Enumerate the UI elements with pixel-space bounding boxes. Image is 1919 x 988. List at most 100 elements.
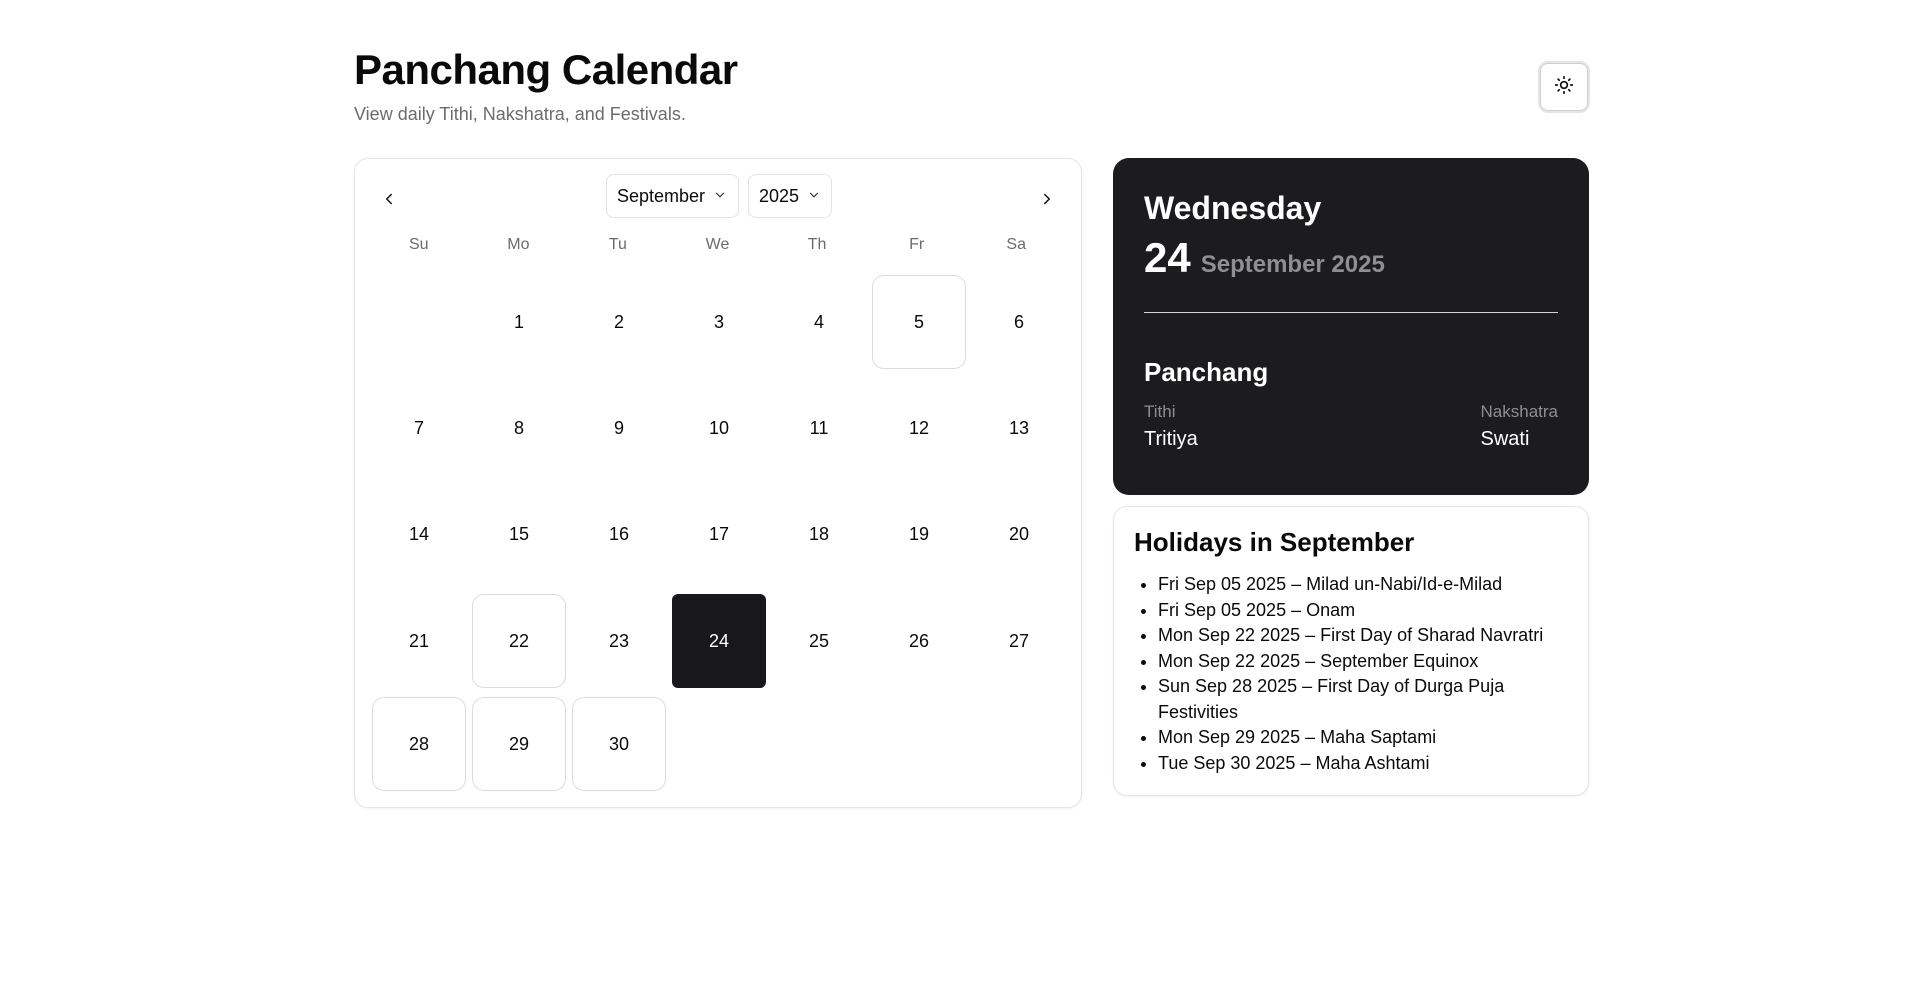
day-cell[interactable]: 10 <box>669 375 769 481</box>
day-number: 21 <box>408 630 430 651</box>
divider <box>1144 312 1558 313</box>
weekday-label: Fr <box>909 236 925 253</box>
chevron-right-icon <box>1038 190 1056 213</box>
day-number: 10 <box>708 417 730 438</box>
page-subtitle: View daily Tithi, Nakshatra, and Festiva… <box>354 104 686 124</box>
holiday-item: Mon Sep 22 2025 – First Day of Sharad Na… <box>1158 623 1568 649</box>
day-cell[interactable]: 3 <box>669 269 769 375</box>
day-cell[interactable]: 9 <box>569 375 669 481</box>
day-cell[interactable]: 23 <box>569 587 669 695</box>
day-number: 14 <box>408 523 430 544</box>
weekday-label: Tu <box>608 236 627 253</box>
month-select-value: September <box>617 185 706 206</box>
day-cell[interactable]: 20 <box>969 481 1069 587</box>
day-cell[interactable]: 21 <box>369 587 469 695</box>
day-cell[interactable]: 7 <box>369 375 469 481</box>
day-number: 12 <box>908 417 930 438</box>
chevron-left-icon <box>380 190 398 213</box>
day-number <box>672 697 766 791</box>
day-number: 19 <box>908 523 930 544</box>
holiday-item: Tue Sep 30 2025 – Maha Ashtami <box>1158 751 1568 777</box>
page-title: Panchang Calendar <box>354 46 738 93</box>
empty-day-cell <box>969 695 1069 793</box>
weekday-header-row: Su Mo Tu We Th Fr Sa <box>369 236 1066 254</box>
day-number <box>372 275 466 369</box>
holidays-title: Holidays in September <box>1134 527 1415 557</box>
day-number: 6 <box>1013 311 1024 332</box>
empty-day-cell <box>769 695 869 793</box>
year-select-value: 2025 <box>759 185 800 206</box>
day-cell[interactable]: 8 <box>469 375 569 481</box>
holiday-item: Fri Sep 05 2025 – Milad un-Nabi/Id-e-Mil… <box>1158 572 1568 598</box>
day-number: 1 <box>513 311 524 332</box>
day-number: 18 <box>808 523 830 544</box>
day-cell[interactable]: 5 <box>869 269 969 375</box>
day-number: 2 <box>613 311 624 332</box>
holiday-item: Sun Sep 28 2025 – First Day of Durga Puj… <box>1158 674 1568 725</box>
weekday-label: We <box>705 236 730 253</box>
previous-month-button[interactable] <box>369 181 409 221</box>
day-cell[interactable]: 2 <box>569 269 669 375</box>
tithi-label: Tithi <box>1144 402 1176 421</box>
nakshatra-value: Swati <box>1480 428 1530 450</box>
calendar-card: September 2025 Su Mo Tu We Th Fr Sa 1234567891… <box>354 158 1082 808</box>
month-select[interactable]: September <box>606 174 739 218</box>
day-cell[interactable]: 6 <box>969 269 1069 375</box>
day-number: 15 <box>508 523 530 544</box>
panchang-heading: Panchang <box>1144 357 1269 387</box>
next-month-button[interactable] <box>1027 181 1067 221</box>
day-number: 26 <box>908 630 930 651</box>
day-cell[interactable]: 18 <box>769 481 869 587</box>
holiday-item: Mon Sep 29 2025 – Maha Saptami <box>1158 725 1568 751</box>
day-number: 8 <box>513 417 524 438</box>
holiday-item: Mon Sep 22 2025 – September Equinox <box>1158 649 1568 675</box>
day-cell[interactable]: 13 <box>969 375 1069 481</box>
day-number: 16 <box>608 523 630 544</box>
day-number: 11 <box>809 417 829 438</box>
theme-toggle-button[interactable] <box>1540 63 1588 111</box>
day-number: 28 <box>372 697 466 791</box>
day-cell[interactable]: 25 <box>769 587 869 695</box>
nakshatra-label: Nakshatra <box>1480 402 1558 421</box>
holidays-list: Fri Sep 05 2025 – Milad un-Nabi/Id-e-Mil… <box>1134 572 1568 776</box>
day-number: 17 <box>708 523 730 544</box>
day-cell[interactable]: 1 <box>469 269 569 375</box>
selected-day-number: 24 <box>672 594 766 688</box>
tithi-block: Tithi Tritiya <box>1144 402 1198 451</box>
day-grid: 1 2 3 4 5 6 7 8 9 10 11 12 13 14 15 16 17 18 19 20 21 22 23 24 2… <box>369 269 1069 793</box>
day-cell[interactable]: 15 <box>469 481 569 587</box>
weekday-label: Sa <box>1006 236 1026 253</box>
day-number: 3 <box>713 311 724 332</box>
day-cell[interactable]: 28 <box>369 695 469 793</box>
day-cell[interactable]: 26 <box>869 587 969 695</box>
day-number <box>972 697 1066 791</box>
day-cell[interactable]: 29 <box>469 695 569 793</box>
day-number: 30 <box>572 697 666 791</box>
year-select[interactable]: 2025 <box>748 174 832 218</box>
selected-day-number: 24 <box>1144 234 1191 281</box>
day-number: 5 <box>872 275 966 369</box>
selected-weekday: Wednesday <box>1144 190 1322 226</box>
day-number: 22 <box>472 594 566 688</box>
page-header: Panchang Calendar View daily Tithi, Naks… <box>354 46 738 125</box>
empty-day-cell <box>869 695 969 793</box>
day-cell[interactable]: 4 <box>769 269 869 375</box>
weekday-label: Mo <box>507 236 530 253</box>
day-cell[interactable]: 11 <box>769 375 869 481</box>
day-cell[interactable]: 17 <box>669 481 769 587</box>
day-cell[interactable]: 24 <box>669 587 769 695</box>
holidays-card: Holidays in September Fri Sep 05 2025 – … <box>1113 506 1589 796</box>
empty-day-cell <box>369 269 469 375</box>
day-cell[interactable]: 16 <box>569 481 669 587</box>
day-cell[interactable]: 22 <box>469 587 569 695</box>
day-cell[interactable]: 12 <box>869 375 969 481</box>
day-cell[interactable]: 19 <box>869 481 969 587</box>
day-cell[interactable]: 14 <box>369 481 469 587</box>
weekday-label: Su <box>408 236 429 253</box>
selected-date-card: Wednesday 24 September 2025 Panchang Tit… <box>1113 158 1589 495</box>
sun-icon <box>1554 75 1574 100</box>
day-number: 23 <box>608 630 630 651</box>
day-cell[interactable]: 30 <box>569 695 669 793</box>
selected-month-year: September 2025 <box>1200 251 1385 278</box>
day-cell[interactable]: 27 <box>969 587 1069 695</box>
